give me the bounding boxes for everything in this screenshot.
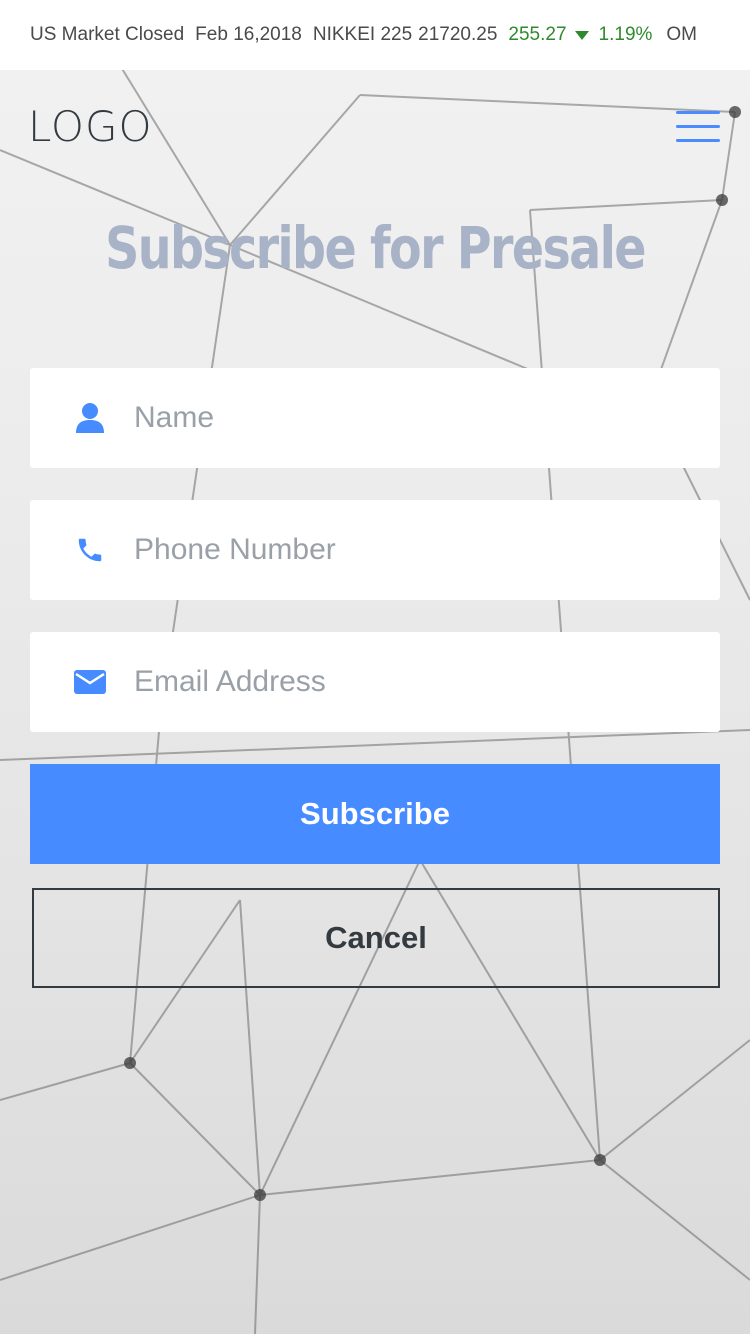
- name-field[interactable]: [30, 368, 720, 468]
- index-value: 21720.25: [418, 24, 498, 45]
- phone-input[interactable]: [134, 500, 720, 600]
- page-title: Subscribe for Presale: [105, 214, 646, 282]
- logo[interactable]: LOGO: [28, 102, 153, 151]
- phone-icon: [30, 500, 134, 600]
- phone-field[interactable]: [30, 500, 720, 600]
- market-ticker: US Market Closed Feb 16,2018 NIKKEI 225 …: [0, 0, 750, 70]
- index-change-pct: 1.19%: [598, 24, 653, 45]
- subscribe-button[interactable]: Subscribe: [30, 764, 720, 864]
- index-change: 255.27: [508, 24, 567, 45]
- ticker-date: Feb 16,2018: [195, 24, 302, 45]
- triangle-down-icon: [574, 30, 589, 40]
- ticker-trailing: OM: [666, 24, 698, 45]
- envelope-icon: [30, 632, 134, 732]
- market-status: US Market Closed: [30, 24, 185, 45]
- cancel-button[interactable]: Cancel: [32, 888, 720, 988]
- index-name: NIKKEI 225: [312, 24, 413, 45]
- email-field[interactable]: [30, 632, 720, 732]
- hamburger-menu-icon[interactable]: [676, 111, 720, 145]
- email-input[interactable]: [134, 632, 720, 732]
- site-header: LOGO: [0, 70, 750, 180]
- name-input[interactable]: [134, 368, 720, 468]
- user-icon: [30, 368, 134, 468]
